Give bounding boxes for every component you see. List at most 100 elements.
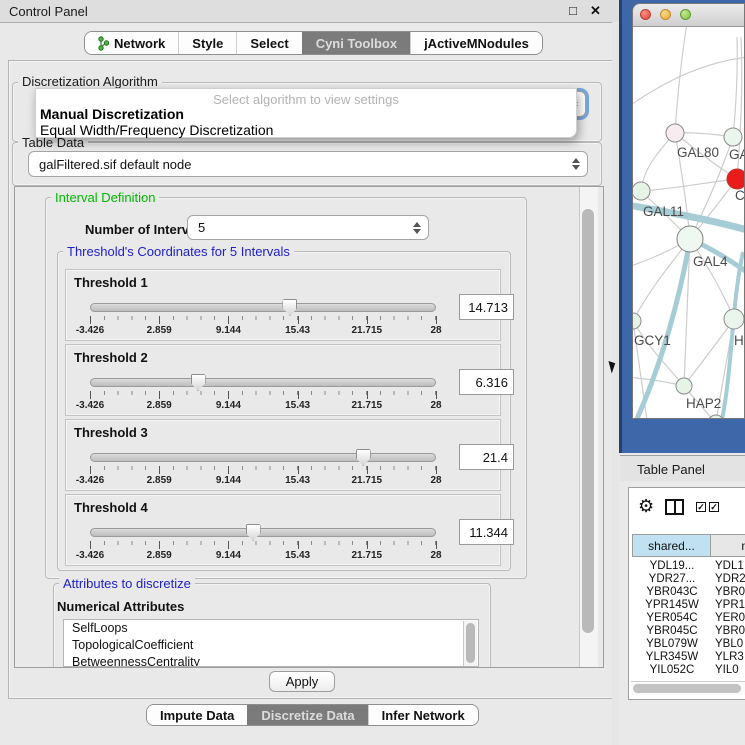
list-item[interactable]: SelfLoops [64,620,478,637]
tab-infer-network[interactable]: Infer Network [368,705,478,725]
network-view-window[interactable]: GAL80 GA C GAL11 GAL4 GCY1 H HAP2 [632,3,745,419]
cell[interactable]: YBR043C [633,586,711,598]
minimize-traffic-light-icon[interactable] [660,9,671,20]
threshold-1-slider[interactable] [90,303,436,312]
option-manual-discretization[interactable]: Manual Discretization [40,106,184,122]
tab-select[interactable]: Select [236,32,301,54]
node-table: ⚙ ✓ ✓ shared... na YDL19... YDL1 YDR27...… [628,487,745,700]
node-red-selected[interactable] [727,169,744,189]
cell[interactable]: YPR145W [633,599,711,611]
threshold-3-slider[interactable] [90,453,436,462]
combo-stepper-icon [572,158,580,170]
cell[interactable]: YDL1 [715,560,744,572]
node-gcy1[interactable] [633,313,641,329]
cell[interactable]: YIL0 [715,664,739,676]
cell[interactable]: YDR2 [715,573,745,585]
threshold-1-value-field[interactable]: 14.713 [459,294,514,320]
cell[interactable]: YBR0 [715,586,745,598]
cell[interactable]: YER0 [715,612,745,624]
table-row[interactable]: YDR27... YDR2 [629,573,745,586]
split-columns-icon[interactable] [665,499,684,515]
cell[interactable]: YIL052C [633,664,711,676]
slider-thumb[interactable] [246,524,261,541]
column-header-shared-name[interactable]: shared... [632,534,711,557]
cell[interactable]: YLR3 [715,651,744,663]
zoom-traffic-light-icon[interactable] [680,9,691,20]
node-hap2[interactable] [676,378,692,394]
network-window-titlebar[interactable] [633,4,744,27]
cell[interactable]: YBR0 [715,625,745,637]
scrollbar-thumb[interactable] [466,623,475,663]
scrollbar-thumb[interactable] [582,209,594,633]
node-gal80[interactable] [666,124,684,142]
tab-impute-data[interactable]: Impute Data [147,705,247,725]
checkbox-icon[interactable]: ✓ [709,502,719,512]
cell[interactable]: YPR1 [715,599,745,611]
close-icon[interactable]: ✕ [590,3,601,19]
table-row[interactable]: YBL079W YBL0 [629,638,745,651]
table-data-combobox[interactable]: galFiltered.sif default node [28,151,588,177]
number-of-intervals-combobox[interactable]: 5 [187,215,429,240]
tick-label: 28 [430,550,441,561]
node-gal11[interactable] [633,182,650,200]
settings-scrollbar[interactable] [579,187,598,667]
table-row[interactable]: YBR043C YBR0 [629,586,745,599]
major-tick [228,466,229,474]
threshold-4-value-field[interactable]: 11.344 [459,519,514,545]
screen: Control Panel □ ✕ Network Style Select C… [0,0,745,745]
node-label-hap2: HAP2 [686,396,721,411]
column-header-name[interactable]: na [710,534,745,557]
tab-cyni-toolbox[interactable]: Cyni Toolbox [302,32,410,54]
slider-scale: -3.4262.8599.14415.4321.71528 [90,541,436,563]
threshold-2-slider[interactable] [90,378,436,387]
table-row[interactable]: YLR345W YLR3 [629,651,745,664]
list-item[interactable]: BetweennessCentrality [64,654,478,667]
list-item[interactable]: TopologicalCoefficient [64,637,478,654]
network-canvas[interactable]: GAL80 GA C GAL11 GAL4 GCY1 H HAP2 [633,27,744,419]
apply-button[interactable]: Apply [269,671,335,692]
option-equal-width-frequency[interactable]: Equal Width/Frequency Discretization [40,122,273,138]
cell[interactable]: YBL079W [633,638,711,650]
tab-impute-data-label: Impute Data [160,708,234,723]
close-traffic-light-icon[interactable] [640,9,651,20]
node-ga[interactable] [724,128,742,146]
tab-select-label: Select [250,36,288,51]
tick-label: 15.43 [285,475,310,486]
node-h[interactable] [724,309,744,329]
table-horizontal-scrollbar[interactable] [631,681,745,695]
tab-style[interactable]: Style [178,32,236,54]
tab-discretize-data[interactable]: Discretize Data [247,705,367,725]
cell[interactable]: YBR045C [633,625,711,637]
node-label-h: H [734,333,744,348]
tab-network[interactable]: Network [85,32,178,54]
table-row[interactable]: YDL19... YDL1 [629,560,745,573]
numerical-attributes-list[interactable]: SelfLoops TopologicalCoefficient Between… [63,619,479,667]
cell[interactable]: YER054C [633,612,711,624]
slider-thumb[interactable] [356,449,371,466]
threshold-4-slider[interactable] [90,528,436,537]
float-window-icon[interactable]: □ [569,3,577,18]
cell[interactable]: YLR345W [633,651,711,663]
threshold-1-label: Threshold 1 [74,275,148,290]
panel-divider[interactable] [612,22,619,745]
slider-thumb[interactable] [191,374,206,391]
slider-thumb[interactable] [282,299,297,316]
table-row[interactable]: YER054C YER0 [629,612,745,625]
cell[interactable]: YDR27... [633,573,711,585]
gear-icon[interactable]: ⚙ [638,496,654,517]
node-gal4[interactable] [677,226,703,252]
control-panel-title: Control Panel [9,4,88,19]
threshold-2-value-field[interactable]: 6.316 [459,369,514,395]
table-row[interactable]: YPR145W YPR1 [629,599,745,612]
tab-jactivemnodules[interactable]: jActiveMNodules [410,32,542,54]
cell[interactable]: YBL0 [715,638,743,650]
table-row[interactable]: YIL052C YIL0 [629,664,745,677]
scrollbar-thumb[interactable] [633,684,741,693]
checkbox-icon[interactable]: ✓ [696,502,706,512]
threshold-3-value-field[interactable]: 21.4 [459,444,514,470]
table-row[interactable]: YBR045C YBR0 [629,625,745,638]
cell[interactable]: YDL19... [633,560,711,572]
slider-scale: -3.4262.8599.14415.4321.71528 [90,466,436,488]
interval-definition-title: Interval Definition [51,190,159,205]
list-scrollbar[interactable] [463,621,477,667]
